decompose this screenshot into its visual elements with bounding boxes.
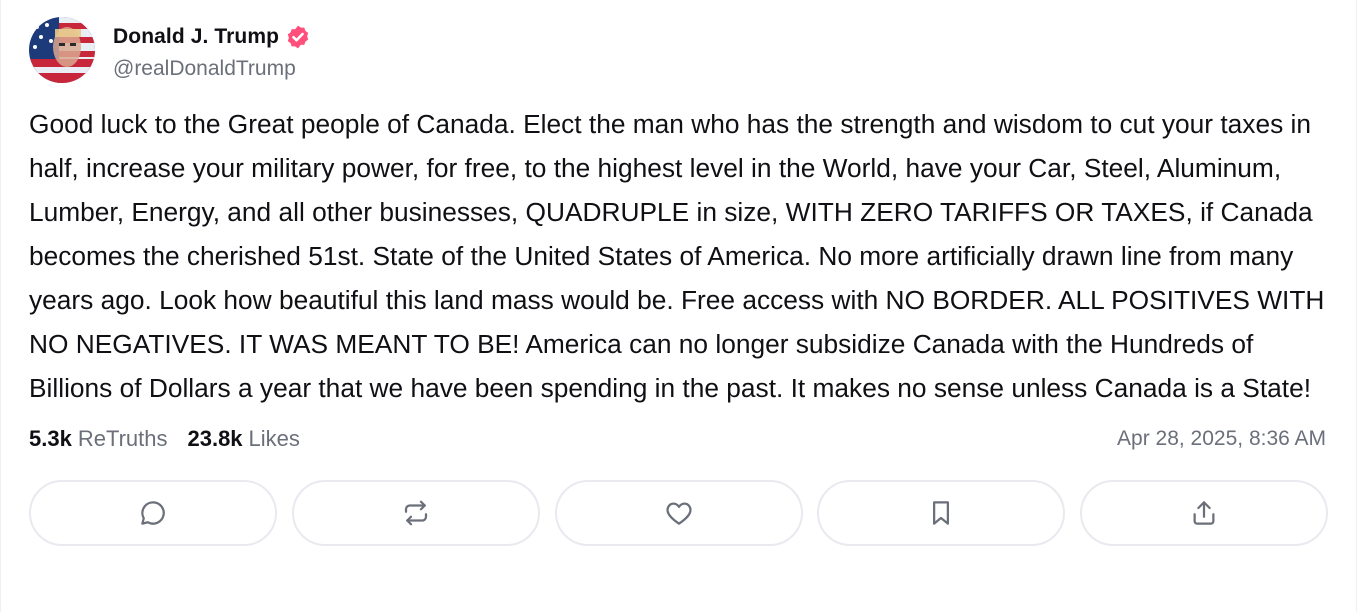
likes-label[interactable]: Likes [249,426,300,452]
display-name[interactable]: Donald J. Trump [113,25,279,49]
avatar-portrait-flag [29,17,95,83]
post-meta: 5.3k ReTruths 23.8k Likes Apr 28, 2025, … [29,424,1328,454]
post-header: Donald J. Trump @realDonaldTrump [29,16,1328,84]
truth-post: Donald J. Trump @realDonaldTrump Good lu… [0,0,1357,612]
share-button[interactable] [1080,480,1328,546]
post-timestamp: Apr 28, 2025, 8:36 AM [1117,427,1326,450]
retruths-label[interactable]: ReTruths [78,426,168,452]
bookmark-icon [933,501,950,525]
heart-icon [665,502,692,525]
post-text: Good luck to the Great people of Canada.… [29,109,1325,403]
retruth-button[interactable] [291,480,540,546]
reply-button[interactable] [29,480,277,546]
retruths-count[interactable]: 5.3k [29,426,72,452]
engagement-counts: 5.3k ReTruths 23.8k Likes [29,426,300,452]
action-bar [29,480,1328,546]
avatar[interactable] [29,17,95,83]
verified-badge-icon [287,25,309,48]
author-info: Donald J. Trump @realDonaldTrump [113,20,311,81]
comment-icon [141,501,165,525]
handle[interactable]: @realDonaldTrump [113,57,311,81]
likes-count[interactable]: 23.8k [187,426,242,452]
name-row: Donald J. Trump [113,20,311,54]
repost-icon [404,500,427,526]
bookmark-button[interactable] [817,480,1066,546]
share-icon [1193,501,1215,525]
like-button[interactable] [554,480,803,546]
